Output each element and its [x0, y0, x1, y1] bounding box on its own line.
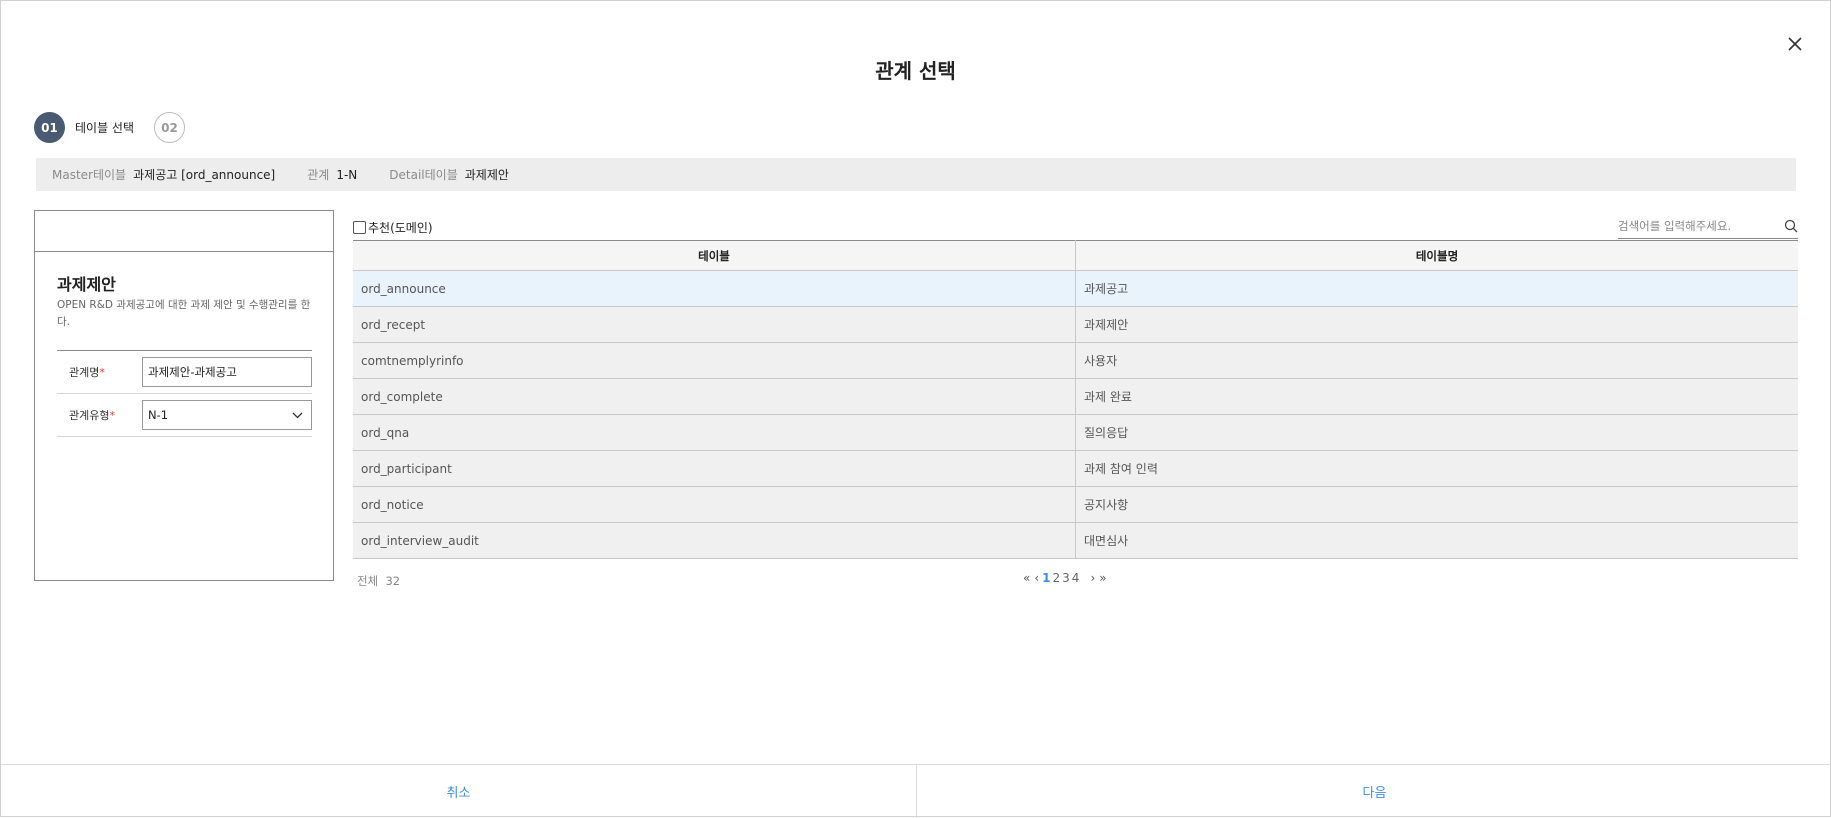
relation-name-row: 관계명* 과제제안-과제공고 [57, 351, 312, 394]
search-placeholder: 검색어를 입력해주세요. [1618, 218, 1732, 233]
relation-name-label: 관계명* [69, 366, 105, 379]
last-page-icon[interactable]: » [1099, 571, 1106, 585]
table-row[interactable]: ord_complete 과제 완료 [353, 378, 1798, 415]
table-name-cell: 질의응답 [1075, 414, 1798, 451]
column-header-table-name[interactable]: 테이블명 [1075, 240, 1798, 271]
page-1-link[interactable]: 1 [1042, 571, 1050, 585]
detail-table-value: 과제제안 [464, 168, 509, 182]
relation-type-value: N-1 [148, 408, 169, 422]
table-id-cell: ord_announce [353, 270, 1076, 307]
table-name-cell: 과제 완료 [1075, 378, 1798, 415]
search-icon[interactable] [1784, 219, 1798, 233]
table-toolbar: 추천(도메인) 검색어를 입력해주세요. [353, 210, 1798, 240]
total-count: 전체 32 [357, 574, 401, 588]
step-2-indicator: 02 [154, 112, 186, 143]
step-1-label: 테이블 선택 [75, 121, 135, 135]
stepper: 01 테이블 선택 02 [34, 112, 186, 143]
table-id-cell: ord_participant [353, 450, 1076, 487]
first-page-icon[interactable]: « [1023, 571, 1030, 585]
page-4-link[interactable]: 4 [1072, 571, 1080, 585]
table-id-cell: ord_qna [353, 414, 1076, 451]
prev-page-icon[interactable]: ‹ [1034, 571, 1039, 585]
next-page-icon[interactable]: › [1090, 571, 1095, 585]
table-id-cell: ord_complete [353, 378, 1076, 415]
table-row[interactable]: ord_announce 과제공고 [353, 270, 1798, 307]
detail-table-panel: 과제제안 OPEN R&D 과제공고에 대한 과제 제안 및 수행관리를 한다.… [34, 210, 334, 581]
chevron-down-icon [292, 412, 303, 418]
table-list: 테이블 테이블명 ord_announce 과제공고 ord_recept 과제제안… [353, 240, 1798, 559]
modal-actions: 취소 다음 [1, 764, 1831, 818]
table-row[interactable]: ord_qna 질의응답 [353, 414, 1798, 451]
table-row[interactable]: ord_participant 과제 참여 인력 [353, 450, 1798, 487]
panel-header [35, 211, 333, 252]
detail-table-key: Detail테이블 [389, 168, 458, 182]
pagination: « ‹ 1 2 3 4 › » [1021, 571, 1109, 585]
table-name-cell: 사용자 [1075, 342, 1798, 379]
relation-key: 관계 [307, 168, 330, 182]
recommend-checkbox[interactable] [353, 220, 366, 234]
column-header-table[interactable]: 테이블 [353, 240, 1076, 271]
page-2-link[interactable]: 2 [1053, 571, 1061, 585]
search-input[interactable]: 검색어를 입력해주세요. [1618, 213, 1798, 239]
relation-name-input[interactable]: 과제제안-과제공고 [142, 357, 312, 387]
relation-info-bar: Master테이블 과제공고 [ord_announce] 관계 1-N Det… [36, 158, 1796, 191]
table-id-cell: ord_recept [353, 306, 1076, 343]
step-1-indicator: 01 [34, 112, 65, 143]
relation-type-row: 관계유형* N-1 [57, 394, 312, 437]
relation-value: 1-N [336, 167, 358, 182]
table-footer: 전체 32 « ‹ 1 2 3 4 › » [353, 559, 1798, 603]
table-row[interactable]: ord_interview_audit 대면심사 [353, 522, 1798, 559]
relation-type-select[interactable]: N-1 [142, 400, 312, 430]
table-name-cell: 과제 참여 인력 [1075, 450, 1798, 487]
relation-select-modal: 관계 선택 01 테이블 선택 02 Master테이블 과제공고 [ord_a… [0, 0, 1831, 818]
recommend-checkbox-label[interactable]: 추천(도메인) [353, 219, 433, 236]
detail-table-description: OPEN R&D 과제공고에 대한 과제 제안 및 수행관리를 한다. [57, 299, 311, 328]
table-id-cell: ord_interview_audit [353, 522, 1076, 559]
detail-table-name: 과제제안 [57, 275, 116, 294]
page-3-link[interactable]: 3 [1062, 571, 1070, 585]
cancel-button[interactable]: 취소 [1, 765, 917, 818]
master-table-value: 과제공고 [ord_announce] [133, 168, 276, 182]
table-name-cell: 대면심사 [1075, 522, 1798, 559]
table-row[interactable]: ord_recept 과제제안 [353, 306, 1798, 343]
modal-title: 관계 선택 [875, 59, 956, 83]
relation-type-label: 관계유형* [69, 409, 115, 422]
table-name-cell: 과제공고 [1075, 270, 1798, 307]
master-table-key: Master테이블 [52, 168, 127, 182]
table-id-cell: comtnemplyrinfo [353, 342, 1076, 379]
close-icon[interactable] [1786, 35, 1804, 53]
table-name-cell: 공지사항 [1075, 486, 1798, 523]
table-name-cell: 과제제안 [1075, 306, 1798, 343]
table-list-area: 추천(도메인) 검색어를 입력해주세요. 테이블 테이블명 ord_announ… [353, 210, 1798, 603]
relation-form: 관계명* 과제제안-과제공고 관계유형* N-1 [57, 350, 312, 437]
next-button[interactable]: 다음 [917, 765, 1831, 818]
table-row[interactable]: comtnemplyrinfo 사용자 [353, 342, 1798, 379]
table-id-cell: ord_notice [353, 486, 1076, 523]
table-row[interactable]: ord_notice 공지사항 [353, 486, 1798, 523]
